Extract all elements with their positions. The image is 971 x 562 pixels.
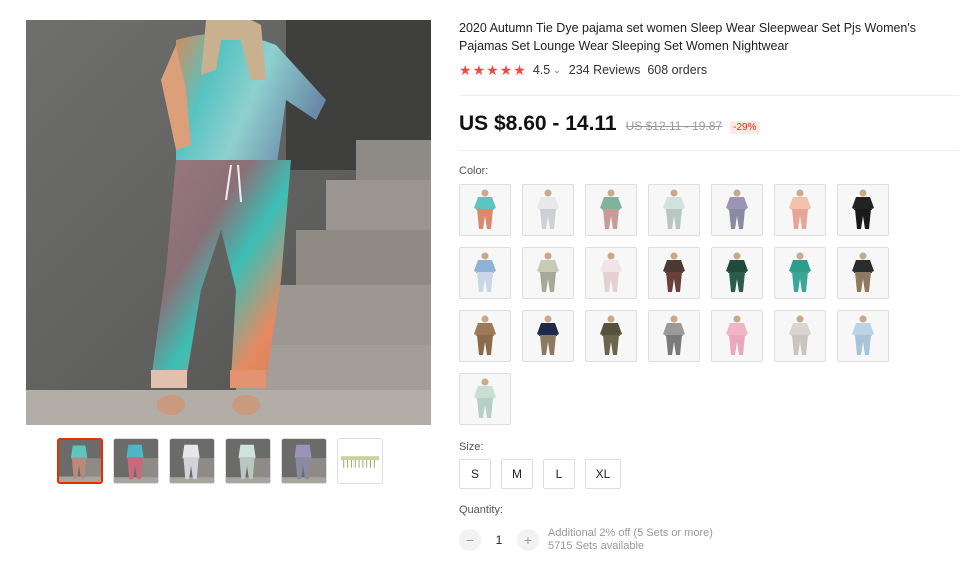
thumbnail-strip [57,438,383,484]
color-swatch-purple-grey[interactable] [711,184,763,236]
main-product-image[interactable] [26,20,431,425]
thumb-6-size-chart[interactable] [337,438,383,484]
color-swatch-peach-pink[interactable] [774,184,826,236]
thumb-4[interactable] [225,438,271,484]
color-swatch-tie-dye-teal[interactable] [459,184,511,236]
quantity-increase-button[interactable]: + [517,529,539,551]
quantity-label: Quantity: [459,504,504,516]
color-swatch-khaki[interactable] [459,310,511,362]
reviews-link[interactable]: 234 Reviews [569,63,641,77]
color-swatch-light-grey-pattern[interactable] [774,310,826,362]
stock-text: 5715 Sets available [548,540,645,552]
color-swatch-light-blue[interactable] [837,310,889,362]
size-option-s[interactable]: S [459,459,491,489]
size-label: Size: [459,441,484,453]
thumb-1[interactable] [57,438,103,484]
current-price: US $8.60 - 14.11 [459,112,617,135]
color-swatch-floral-dark[interactable] [648,247,700,299]
size-option-m[interactable]: M [501,459,533,489]
thumb-2[interactable] [113,438,159,484]
rating-value: 4.5 [532,63,551,77]
divider [459,150,959,151]
product-title: 2020 Autumn Tie Dye pajama set women Sle… [459,21,917,53]
price-row: US $8.60 - 14.11 US $12.11 - 19.87 -29% [459,112,760,136]
color-swatch-green-pink[interactable] [585,184,637,236]
star-icon: ★ [486,62,499,78]
discount-badge: -29% [730,121,760,134]
star-icon: ★ [459,62,472,78]
thumb-5[interactable] [281,438,327,484]
color-swatch-sage-grey[interactable] [522,247,574,299]
color-swatch-pink-white[interactable] [711,310,763,362]
quantity-input[interactable]: 1 [481,533,517,547]
quantity-row: − 1 + Additional 2% off (5 Sets or more)… [459,527,713,553]
color-swatch-pale-green[interactable] [459,373,511,425]
rating-stars[interactable]: ★ ★ ★ ★ ★ [459,63,526,77]
size-options: S M L XL [459,459,621,489]
color-swatch-navy-khaki[interactable] [522,310,574,362]
color-swatch-grid [459,184,889,425]
star-icon: ★ [513,62,526,78]
color-swatch-floral-white[interactable] [585,247,637,299]
quantity-info: Additional 2% off (5 Sets or more) 5715 … [548,527,713,553]
color-swatch-dark-green-floral[interactable] [711,247,763,299]
star-icon: ★ [472,62,486,78]
color-swatch-black-khaki[interactable] [837,247,889,299]
rating-row: ★ ★ ★ ★ ★ 4.5 ⌄ 234 Reviews 608 orders [459,63,707,77]
size-option-xl[interactable]: XL [585,459,621,489]
chevron-down-icon[interactable]: ⌄ [553,65,561,76]
color-swatch-white-grey[interactable] [522,184,574,236]
color-swatch-grey-camo[interactable] [648,310,700,362]
original-price: US $12.11 - 19.87 [625,119,723,133]
color-swatch-black[interactable] [837,184,889,236]
color-swatch-teal-print[interactable] [774,247,826,299]
divider [459,95,959,96]
color-swatch-mint-grey[interactable] [648,184,700,236]
orders-count: 608 orders [647,63,708,77]
quantity-decrease-button[interactable]: − [459,529,481,551]
star-icon: ★ [499,62,513,78]
color-swatch-olive-camo[interactable] [585,310,637,362]
color-label: Color: [459,165,489,177]
bulk-offer-text: Additional 2% off (5 Sets or more) [548,527,713,539]
color-swatch-blue-white[interactable] [459,247,511,299]
thumb-3[interactable] [169,438,215,484]
size-option-l[interactable]: L [543,459,575,489]
